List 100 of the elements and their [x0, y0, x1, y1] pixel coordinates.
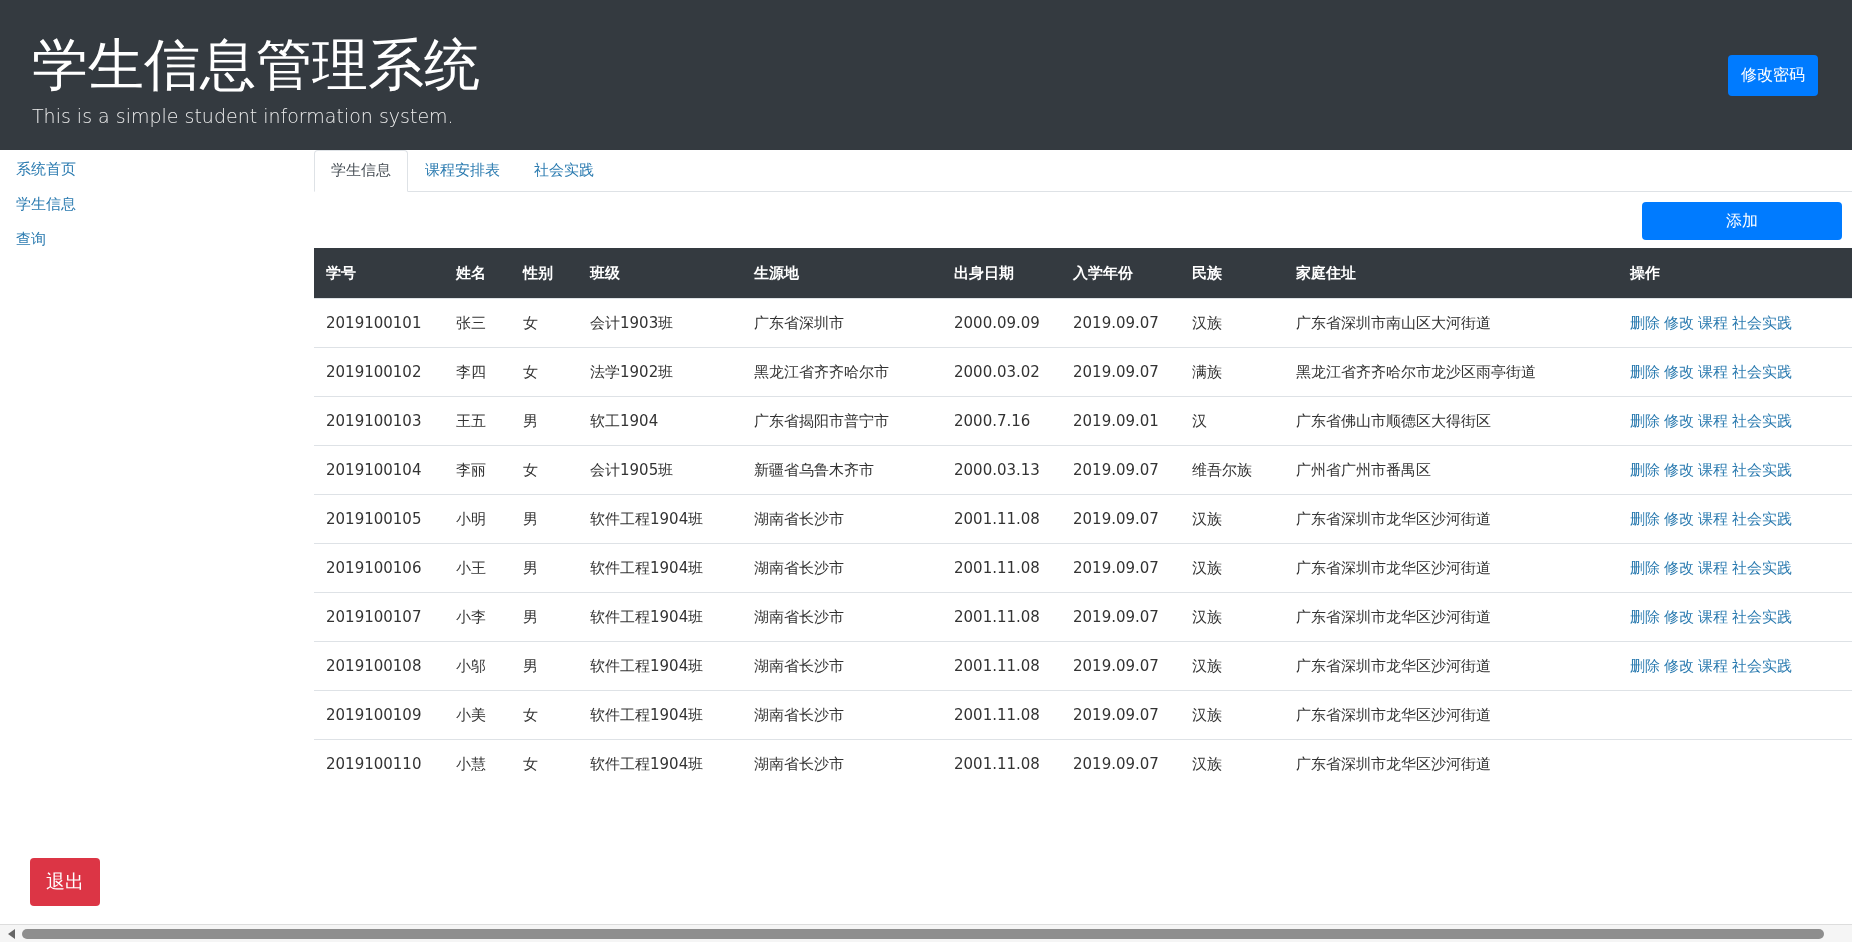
column-header: 班级: [590, 263, 620, 283]
table-cell: 广东省深圳市龙华区沙河街道: [1296, 607, 1491, 627]
action-link[interactable]: 社会实践: [1732, 656, 1792, 676]
table-cell: 软件工程1904班: [590, 705, 704, 725]
table-cell: 汉族: [1192, 313, 1222, 333]
action-link[interactable]: 删除: [1630, 509, 1660, 529]
action-link[interactable]: 删除: [1630, 656, 1660, 676]
table-cell: 广东省深圳市龙华区沙河街道: [1296, 656, 1491, 676]
table-cell: 2001.11.08: [954, 608, 1040, 626]
table-cell: 汉族: [1192, 607, 1222, 627]
scroll-left-arrow-icon[interactable]: [8, 928, 16, 939]
table-cell: 法学1902班: [590, 362, 674, 382]
table-cell: 2000.03.13: [954, 461, 1040, 479]
action-link[interactable]: 删除: [1630, 362, 1660, 382]
table-cell: 软件工程1904班: [590, 656, 704, 676]
action-link[interactable]: 修改: [1664, 656, 1694, 676]
action-link[interactable]: 课程: [1698, 460, 1728, 480]
table-cell: 小李: [456, 607, 486, 627]
column-header: 姓名: [456, 263, 486, 283]
action-link[interactable]: 课程: [1698, 509, 1728, 529]
table-cell: 2019100102: [326, 363, 422, 381]
action-link[interactable]: 删除: [1630, 558, 1660, 578]
table-cell: 会计1903班: [590, 313, 674, 333]
table-cell: 软件工程1904班: [590, 509, 704, 529]
sidebar-link[interactable]: 查询: [16, 230, 46, 249]
table-cell: 维吾尔族: [1192, 460, 1252, 480]
action-link[interactable]: 修改: [1664, 362, 1694, 382]
action-link[interactable]: 删除: [1630, 607, 1660, 627]
table-cell: 汉族: [1192, 509, 1222, 529]
table-cell: 2001.11.08: [954, 657, 1040, 675]
table-cell: 李四: [456, 362, 486, 382]
page-title: 学生信息管理系统: [32, 31, 480, 99]
table-cell: 软件工程1904班: [590, 607, 704, 627]
table-cell: 男: [523, 656, 538, 676]
action-link[interactable]: 社会实践: [1732, 509, 1792, 529]
table-cell: 软工1904: [590, 411, 659, 431]
sidebar-link[interactable]: 学生信息: [16, 195, 76, 214]
table-cell: 汉: [1192, 411, 1207, 431]
table-cell: 汉族: [1192, 558, 1222, 578]
table-cell: 2019100101: [326, 314, 422, 332]
action-link[interactable]: 社会实践: [1732, 313, 1792, 333]
action-link[interactable]: 社会实践: [1732, 607, 1792, 627]
action-link[interactable]: 课程: [1698, 607, 1728, 627]
table-cell: 2000.09.09: [954, 314, 1040, 332]
table-cell: 2019100108: [326, 657, 422, 675]
table-cell: 小慧: [456, 754, 486, 774]
table-cell: 王五: [456, 411, 486, 431]
table-cell: 2019.09.01: [1073, 412, 1159, 430]
action-link[interactable]: 社会实践: [1732, 411, 1792, 431]
tab[interactable]: 社会实践: [517, 150, 611, 192]
table-cell: 会计1905班: [590, 460, 674, 480]
action-link[interactable]: 课程: [1698, 313, 1728, 333]
action-link[interactable]: 删除: [1630, 411, 1660, 431]
table-cell: 黑龙江省齐齐哈尔市龙沙区雨亭街道: [1296, 362, 1536, 382]
table-cell: 2001.11.08: [954, 706, 1040, 724]
table-cell: 男: [523, 411, 538, 431]
action-link[interactable]: 修改: [1664, 411, 1694, 431]
action-link[interactable]: 社会实践: [1732, 558, 1792, 578]
column-header: 民族: [1192, 263, 1222, 283]
column-header: 学号: [326, 263, 356, 283]
tab[interactable]: 学生信息: [314, 150, 408, 192]
action-link[interactable]: 社会实践: [1732, 460, 1792, 480]
action-link[interactable]: 修改: [1664, 460, 1694, 480]
tab[interactable]: 课程安排表: [408, 150, 517, 192]
table-cell: 2019.09.07: [1073, 363, 1159, 381]
table-cell: 2001.11.08: [954, 510, 1040, 528]
table-cell: 湖南省长沙市: [754, 607, 844, 627]
table-cell: 汉族: [1192, 705, 1222, 725]
action-link[interactable]: 课程: [1698, 656, 1728, 676]
sidebar-link[interactable]: 系统首页: [16, 160, 76, 179]
column-header: 生源地: [754, 263, 799, 283]
table-cell: 广州省广州市番禺区: [1296, 460, 1431, 480]
action-link[interactable]: 删除: [1630, 313, 1660, 333]
table-cell: 湖南省长沙市: [754, 656, 844, 676]
action-link[interactable]: 修改: [1664, 558, 1694, 578]
action-link[interactable]: 课程: [1698, 362, 1728, 382]
column-header: 家庭住址: [1296, 263, 1356, 283]
horizontal-scrollbar[interactable]: [0, 924, 1852, 942]
action-link[interactable]: 修改: [1664, 313, 1694, 333]
action-link[interactable]: 课程: [1698, 558, 1728, 578]
action-link[interactable]: 删除: [1630, 460, 1660, 480]
table-cell: 小王: [456, 558, 486, 578]
table-cell: 张三: [456, 313, 486, 333]
logout-button[interactable]: 退出: [30, 858, 100, 906]
action-link[interactable]: 社会实践: [1732, 362, 1792, 382]
table-cell: 广东省深圳市龙华区沙河街道: [1296, 754, 1491, 774]
table-cell: 湖南省长沙市: [754, 705, 844, 725]
action-link[interactable]: 修改: [1664, 509, 1694, 529]
table-cell: 广东省深圳市南山区大河街道: [1296, 313, 1491, 333]
change-password-button[interactable]: 修改密码: [1728, 54, 1818, 96]
table-cell: 小明: [456, 509, 486, 529]
column-header: 入学年份: [1073, 263, 1133, 283]
table-cell: 女: [523, 313, 538, 333]
column-header: 性别: [523, 263, 553, 283]
table-cell: 2000.7.16: [954, 412, 1031, 430]
table-cell: 2019.09.07: [1073, 559, 1159, 577]
action-link[interactable]: 修改: [1664, 607, 1694, 627]
action-link[interactable]: 课程: [1698, 411, 1728, 431]
add-button[interactable]: 添加: [1642, 202, 1842, 240]
table-cell: 2019.09.07: [1073, 314, 1159, 332]
